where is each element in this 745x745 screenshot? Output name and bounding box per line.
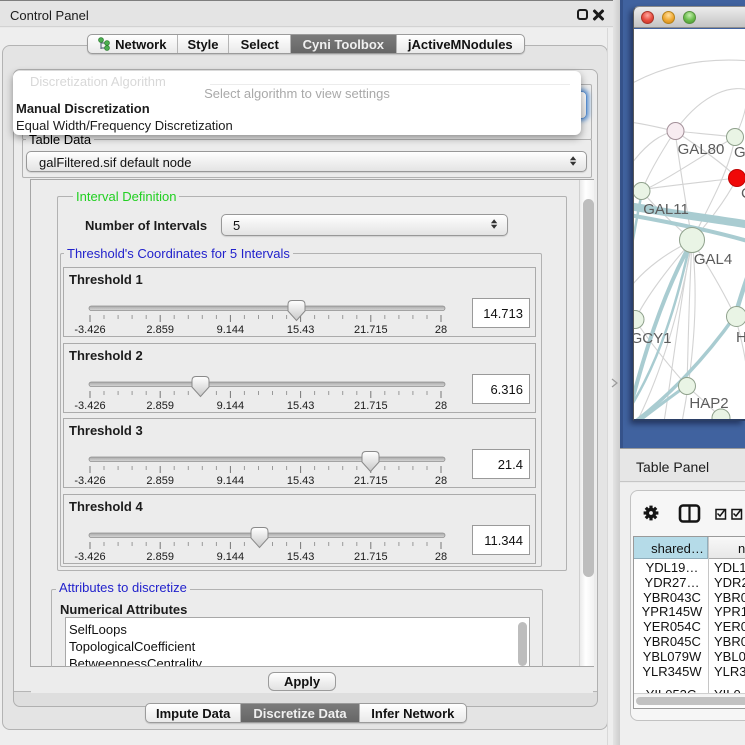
svg-text:21.715: 21.715 <box>354 400 388 412</box>
svg-text:15.43: 15.43 <box>287 551 315 563</box>
svg-text:15.43: 15.43 <box>287 400 315 412</box>
svg-text:CO: CO <box>741 185 745 202</box>
svg-text:-3.426: -3.426 <box>74 475 105 487</box>
svg-text:28: 28 <box>435 400 447 412</box>
svg-text:-3.426: -3.426 <box>74 400 105 412</box>
svg-text:21.715: 21.715 <box>354 324 388 336</box>
svg-text:-3.426: -3.426 <box>74 551 105 563</box>
svg-text:9.144: 9.144 <box>217 551 245 563</box>
svg-text:2.859: 2.859 <box>146 551 174 563</box>
svg-text:HI: HI <box>736 329 745 346</box>
svg-text:2.859: 2.859 <box>146 475 174 487</box>
svg-text:GAL4: GAL4 <box>694 251 732 268</box>
svg-text:28: 28 <box>435 324 447 336</box>
svg-text:GCY1: GCY1 <box>634 330 671 347</box>
svg-text:28: 28 <box>435 551 447 563</box>
svg-text:2.859: 2.859 <box>146 324 174 336</box>
svg-text:21.715: 21.715 <box>354 475 388 487</box>
svg-text:GA: GA <box>734 144 745 161</box>
svg-text:-3.426: -3.426 <box>74 324 105 336</box>
svg-text:HAP2: HAP2 <box>689 395 728 412</box>
svg-text:28: 28 <box>435 475 447 487</box>
svg-text:GAL11: GAL11 <box>643 201 689 218</box>
svg-text:9.144: 9.144 <box>217 475 245 487</box>
svg-text:9.144: 9.144 <box>217 324 245 336</box>
svg-text:2.859: 2.859 <box>146 400 174 412</box>
svg-text:GAL80: GAL80 <box>678 141 725 158</box>
svg-text:15.43: 15.43 <box>287 475 315 487</box>
svg-text:9.144: 9.144 <box>217 400 245 412</box>
svg-text:15.43: 15.43 <box>287 324 315 336</box>
svg-text:21.715: 21.715 <box>354 551 388 563</box>
